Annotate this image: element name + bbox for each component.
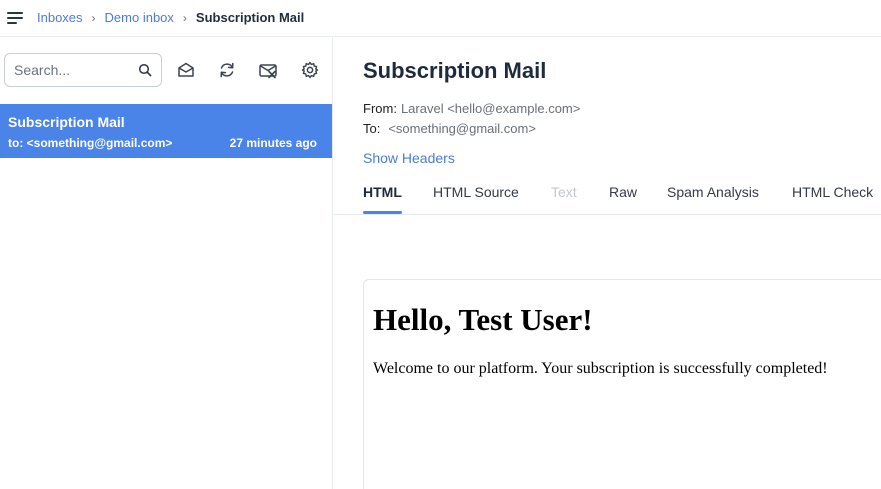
message-subject: Subscription Mail: [8, 114, 125, 130]
sidebar: Subscription Mail to: <something@gmail.c…: [0, 38, 333, 489]
message-time: 27 minutes ago: [229, 136, 317, 150]
search-icon[interactable]: [138, 63, 152, 77]
breadcrumb: Inboxes › Demo inbox › Subscription Mail: [37, 10, 304, 25]
search-input[interactable]: [14, 61, 134, 79]
message-view: Subscription Mail From: Laravel <hello@ex…: [334, 38, 881, 489]
breadcrumb-separator: ›: [91, 10, 96, 25]
tab-spam-analysis[interactable]: Spam Analysis: [667, 184, 759, 200]
html-preview: Hello, Test User! Welcome to our platfor…: [363, 279, 881, 489]
delete-all-icon[interactable]: [258, 60, 278, 80]
from-label: From:: [363, 101, 397, 116]
breadcrumb-demo-inbox[interactable]: Demo inbox: [105, 10, 174, 25]
tab-html-check[interactable]: HTML Check: [792, 184, 873, 200]
settings-icon[interactable]: [300, 60, 320, 80]
top-bar: Inboxes › Demo inbox › Subscription Mail: [0, 0, 881, 37]
search-box: [4, 53, 162, 87]
breadcrumb-inboxes[interactable]: Inboxes: [37, 10, 83, 25]
list-item[interactable]: Subscription Mail to: <something@gmail.c…: [0, 104, 332, 158]
breadcrumb-current: Subscription Mail: [195, 10, 305, 25]
refresh-icon[interactable]: [217, 60, 237, 80]
breadcrumb-separator: ›: [182, 10, 187, 25]
tab-raw[interactable]: Raw: [609, 184, 637, 200]
tab-html[interactable]: HTML: [363, 184, 402, 200]
from-line: From: Laravel <hello@example.com>: [363, 101, 580, 116]
page-title: Subscription Mail: [363, 58, 547, 83]
from-value: Laravel <hello@example.com>: [400, 101, 581, 116]
to-value: <something@gmail.com>: [388, 121, 536, 136]
tab-html-source[interactable]: HTML Source: [433, 184, 519, 200]
to-label: To:: [363, 121, 381, 136]
menu-icon[interactable]: [7, 11, 23, 25]
message-recipient: to: <something@gmail.com>: [8, 136, 173, 150]
tab-bar: HTML HTML Source Text Raw Spam Analysis …: [334, 176, 881, 215]
to-line: To: <something@gmail.com>: [363, 121, 536, 136]
show-headers-link[interactable]: Show Headers: [363, 150, 455, 166]
email-heading: Hello, Test User!: [373, 302, 593, 337]
email-paragraph: Welcome to our platform. Your subscripti…: [373, 360, 828, 377]
mark-read-icon[interactable]: [176, 60, 196, 80]
tab-text: Text: [551, 184, 577, 200]
active-tab-indicator: [363, 211, 402, 214]
